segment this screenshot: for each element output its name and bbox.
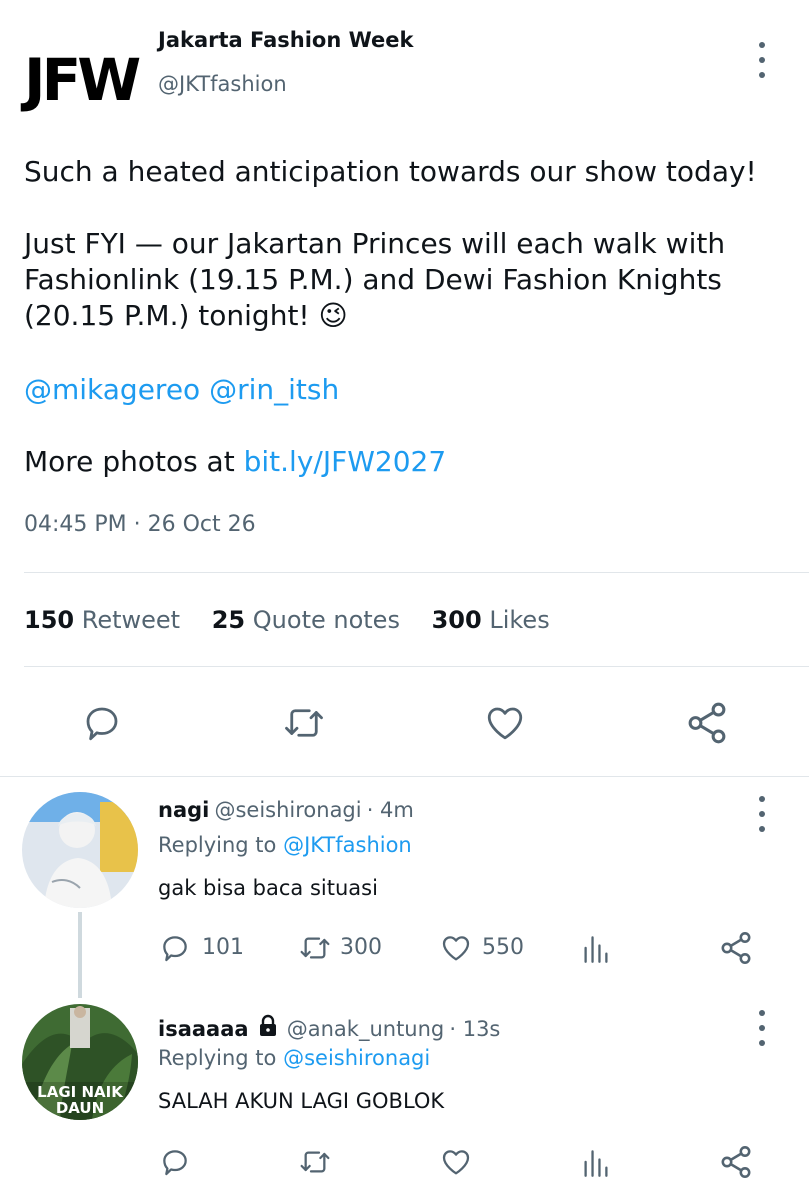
- reply-time: · 4m: [366, 798, 414, 822]
- likes-stat[interactable]: 300 Likes: [432, 606, 550, 634]
- tweet-line-2b: Fashionlink (19.15 P.M.) and Dewi Fashio…: [24, 263, 722, 296]
- reply-time: · 13s: [449, 1017, 501, 1041]
- replying-to-link[interactable]: @JKTfashion: [283, 833, 412, 857]
- author-logo[interactable]: JFW: [24, 46, 141, 114]
- comment-icon[interactable]: [158, 1146, 192, 1178]
- reply-author-name[interactable]: nagi: [158, 798, 209, 822]
- tweet-stats: 150 Retweet 25 Quote notes 300 Likes: [24, 606, 550, 634]
- share-icon[interactable]: [684, 700, 730, 746]
- divider: [24, 666, 809, 667]
- mention-link[interactable]: @mikagereo: [24, 373, 200, 406]
- retweet-icon[interactable]: [296, 1146, 334, 1178]
- avatar-caption: LAGI NAIK DAUN: [37, 1083, 123, 1117]
- divider: [0, 776, 809, 777]
- photos-link[interactable]: bit.ly/JFW2027: [244, 445, 447, 478]
- tweet-timestamp[interactable]: 04:45 PM · 26 Oct 26: [24, 512, 256, 537]
- thread-line: [78, 912, 82, 998]
- stats-icon[interactable]: [582, 934, 610, 964]
- reply-author-handle[interactable]: @seishironagi: [214, 798, 361, 822]
- replying-to: Replying to @seishironagi: [158, 1046, 431, 1070]
- comment-count: 101: [202, 935, 244, 960]
- reply-author-handle[interactable]: @anak_untung: [287, 1017, 445, 1041]
- replying-to-link[interactable]: @seishironagi: [283, 1046, 430, 1070]
- author-name[interactable]: Jakarta Fashion Week: [158, 28, 414, 52]
- tweet-line-2c: (20.15 P.M.) tonight! 😉: [24, 299, 348, 332]
- reply-text: gak bisa baca situasi: [158, 876, 378, 900]
- stats-icon[interactable]: [582, 1148, 610, 1178]
- share-icon[interactable]: [718, 1144, 754, 1180]
- like-count: 550: [482, 935, 524, 960]
- reply-header: isaaaaa @anak_untung · 13s: [158, 1014, 500, 1042]
- photos-line: More photos at bit.ly/JFW2027: [24, 444, 794, 480]
- like-icon[interactable]: [482, 702, 528, 744]
- quote-stat[interactable]: 25 Quote notes: [212, 606, 400, 634]
- more-icon[interactable]: [750, 796, 774, 832]
- retweet-icon[interactable]: [280, 702, 328, 744]
- photos-prefix: More photos at: [24, 445, 244, 478]
- reply-header: nagi @seishironagi · 4m: [158, 798, 414, 822]
- retweet-stat[interactable]: 150 Retweet: [24, 606, 180, 634]
- mentions: @mikagereo @rin_itsh: [24, 372, 794, 408]
- reply-text: SALAH AKUN LAGI GOBLOK: [158, 1089, 445, 1113]
- like-icon[interactable]: [438, 1146, 474, 1178]
- tweet-line-1: Such a heated anticipation towards our s…: [24, 155, 757, 188]
- reply-author-name[interactable]: isaaaaa: [158, 1017, 249, 1041]
- like-icon[interactable]: [438, 932, 474, 964]
- mention-link[interactable]: @rin_itsh: [209, 373, 339, 406]
- avatar[interactable]: LAGI NAIK DAUN: [22, 1004, 138, 1120]
- avatar[interactable]: [22, 792, 138, 908]
- tweet-line-2a: Just FYI — our Jakartan Princes will eac…: [24, 227, 726, 260]
- lock-icon: [256, 1014, 280, 1042]
- more-icon[interactable]: [750, 42, 774, 78]
- comment-icon[interactable]: [158, 932, 192, 964]
- divider: [24, 572, 809, 573]
- more-icon[interactable]: [750, 1010, 774, 1046]
- replying-to: Replying to @JKTfashion: [158, 833, 412, 857]
- comment-icon[interactable]: [80, 702, 124, 744]
- share-icon[interactable]: [718, 930, 754, 966]
- logo-text: JFW: [24, 46, 141, 114]
- author-handle[interactable]: @JKTfashion: [158, 72, 287, 96]
- retweet-count: 300: [340, 935, 382, 960]
- retweet-icon[interactable]: [296, 932, 334, 964]
